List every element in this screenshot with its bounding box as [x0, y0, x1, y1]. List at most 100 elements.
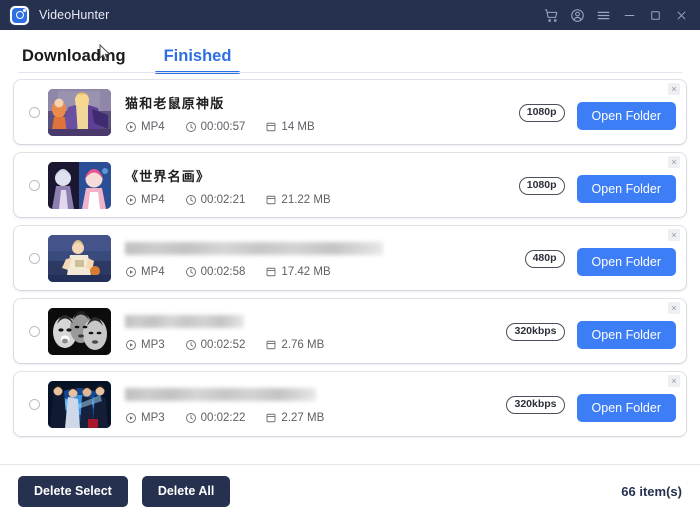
duration-label: 00:02:52 — [200, 338, 246, 351]
row-select-checkbox[interactable] — [29, 325, 40, 337]
meta-duration: 00:02:58 — [185, 266, 245, 278]
tab-finished[interactable]: Finished — [154, 47, 241, 74]
meta-format: MP3 — [125, 412, 165, 424]
size-label: 2.76 MB — [281, 338, 325, 351]
file-icon — [266, 340, 276, 349]
meta-duration: 00:02:22 — [185, 411, 246, 424]
download-list: 猫和老鼠原神版 MP4 00:00:57 14 MB 1080p Open Fo… — [0, 74, 700, 464]
clock-icon — [185, 194, 196, 205]
table-row[interactable]: MP3 00:02:22 2.27 MB 320kbps Open Folder… — [14, 372, 686, 436]
table-row[interactable]: 猫和老鼠原神版 MP4 00:00:57 14 MB 1080p Open Fo… — [14, 80, 686, 144]
remove-row-icon[interactable]: × — [668, 83, 680, 95]
quality-badge: 1080p — [518, 104, 565, 122]
video-thumbnail — [48, 88, 111, 136]
account-icon[interactable] — [564, 2, 590, 28]
remove-row-icon[interactable]: × — [668, 375, 680, 387]
title-bar: VideoHunter — [0, 0, 700, 30]
size-label: 21.22 MB — [281, 193, 331, 206]
video-title-redacted — [125, 241, 383, 255]
row-meta: MP3 00:02:52 2.76 MB — [125, 339, 506, 351]
duration-label: 00:02:22 — [200, 411, 246, 424]
open-folder-button[interactable]: Open Folder — [576, 174, 676, 204]
videohunter-window: VideoHunter Downloading Finished 猫和老鼠原神版… — [0, 0, 700, 518]
row-meta: MP4 00:02:58 17.42 MB — [125, 266, 525, 278]
video-thumbnail — [48, 161, 111, 209]
remove-row-icon[interactable]: × — [668, 156, 680, 168]
cart-icon[interactable] — [538, 2, 564, 28]
clock-icon — [185, 412, 196, 423]
size-label: 17.42 MB — [281, 265, 331, 278]
play-circle-icon — [126, 266, 136, 277]
minimize-icon[interactable] — [616, 2, 642, 28]
meta-size: 21.22 MB — [265, 193, 331, 206]
meta-duration: 00:00:57 — [185, 121, 245, 133]
row-actions: 320kbps Open Folder × — [506, 372, 680, 436]
quality-badge: 320kbps — [506, 323, 565, 341]
menu-icon[interactable] — [590, 2, 616, 28]
clock-icon — [185, 266, 196, 277]
file-icon — [266, 267, 276, 276]
row-meta: MP4 00:00:57 14 MB — [125, 121, 519, 133]
meta-format: MP4 — [125, 194, 165, 206]
format-label: MP4 — [141, 120, 165, 133]
tab-divider — [18, 72, 682, 73]
quality-badge: 1080p — [518, 177, 565, 195]
meta-format: MP4 — [125, 121, 165, 133]
delete-select-button[interactable]: Delete Select — [18, 476, 128, 507]
row-select-checkbox[interactable] — [29, 252, 40, 264]
play-circle-icon — [126, 339, 136, 350]
file-icon — [266, 413, 276, 422]
close-icon[interactable] — [668, 2, 694, 28]
row-select-checkbox[interactable] — [29, 106, 40, 118]
video-title-redacted — [125, 314, 244, 328]
table-row[interactable]: MP4 00:02:58 17.42 MB 480p Open Folder × — [14, 226, 686, 290]
table-row[interactable]: 《世界名画》 MP4 00:02:21 21.22 MB 1080p Open … — [14, 153, 686, 217]
quality-badge: 480p — [524, 250, 565, 268]
row-info: 猫和老鼠原神版 MP4 00:00:57 14 MB — [125, 89, 519, 136]
delete-all-button[interactable]: Delete All — [141, 476, 231, 507]
footer-bar: Delete Select Delete All 66 item(s) — [0, 464, 700, 518]
maximize-icon[interactable] — [642, 2, 668, 28]
tab-bar: Downloading Finished — [0, 30, 700, 74]
size-label: 14 MB — [281, 120, 315, 133]
meta-duration: 00:02:52 — [185, 338, 246, 351]
video-title: 猫和老鼠原神版 — [125, 95, 225, 111]
meta-duration: 00:02:21 — [185, 194, 245, 206]
remove-row-icon[interactable]: × — [668, 302, 680, 314]
meta-size: 17.42 MB — [265, 265, 331, 278]
play-circle-icon — [126, 121, 136, 132]
row-actions: 320kbps Open Folder × — [506, 299, 680, 363]
row-select-checkbox[interactable] — [29, 398, 40, 410]
format-label: MP4 — [141, 265, 165, 278]
meta-size: 14 MB — [265, 120, 315, 133]
file-icon — [266, 122, 276, 131]
row-info: MP4 00:02:58 17.42 MB — [125, 235, 525, 282]
play-circle-icon — [126, 194, 136, 205]
row-actions: 480p Open Folder × — [524, 226, 680, 290]
row-info: MP3 00:02:52 2.76 MB — [125, 308, 506, 355]
open-folder-button[interactable]: Open Folder — [576, 247, 676, 277]
play-circle-icon — [126, 412, 136, 423]
window-controls — [538, 2, 694, 28]
open-folder-button[interactable]: Open Folder — [576, 393, 676, 423]
open-folder-button[interactable]: Open Folder — [576, 320, 676, 350]
app-title: VideoHunter — [39, 8, 110, 22]
meta-size: 2.27 MB — [265, 412, 324, 424]
row-meta: MP3 00:02:22 2.27 MB — [125, 412, 506, 424]
table-row[interactable]: MP3 00:02:52 2.76 MB 320kbps Open Folder… — [14, 299, 686, 363]
remove-row-icon[interactable]: × — [668, 229, 680, 241]
item-count-label: 66 item(s) — [621, 484, 682, 499]
quality-badge: 320kbps — [506, 396, 565, 414]
video-title-redacted — [125, 387, 316, 401]
format-label: MP4 — [141, 193, 165, 206]
size-label: 2.27 MB — [281, 411, 325, 424]
tab-downloading[interactable]: Downloading — [18, 47, 130, 74]
row-meta: MP4 00:02:21 21.22 MB — [125, 194, 519, 206]
row-select-checkbox[interactable] — [29, 179, 40, 191]
format-label: MP3 — [141, 411, 165, 424]
format-label: MP3 — [141, 338, 165, 351]
file-icon — [266, 195, 276, 204]
clock-icon — [185, 121, 196, 132]
open-folder-button[interactable]: Open Folder — [576, 101, 676, 131]
meta-size: 2.76 MB — [265, 339, 324, 351]
